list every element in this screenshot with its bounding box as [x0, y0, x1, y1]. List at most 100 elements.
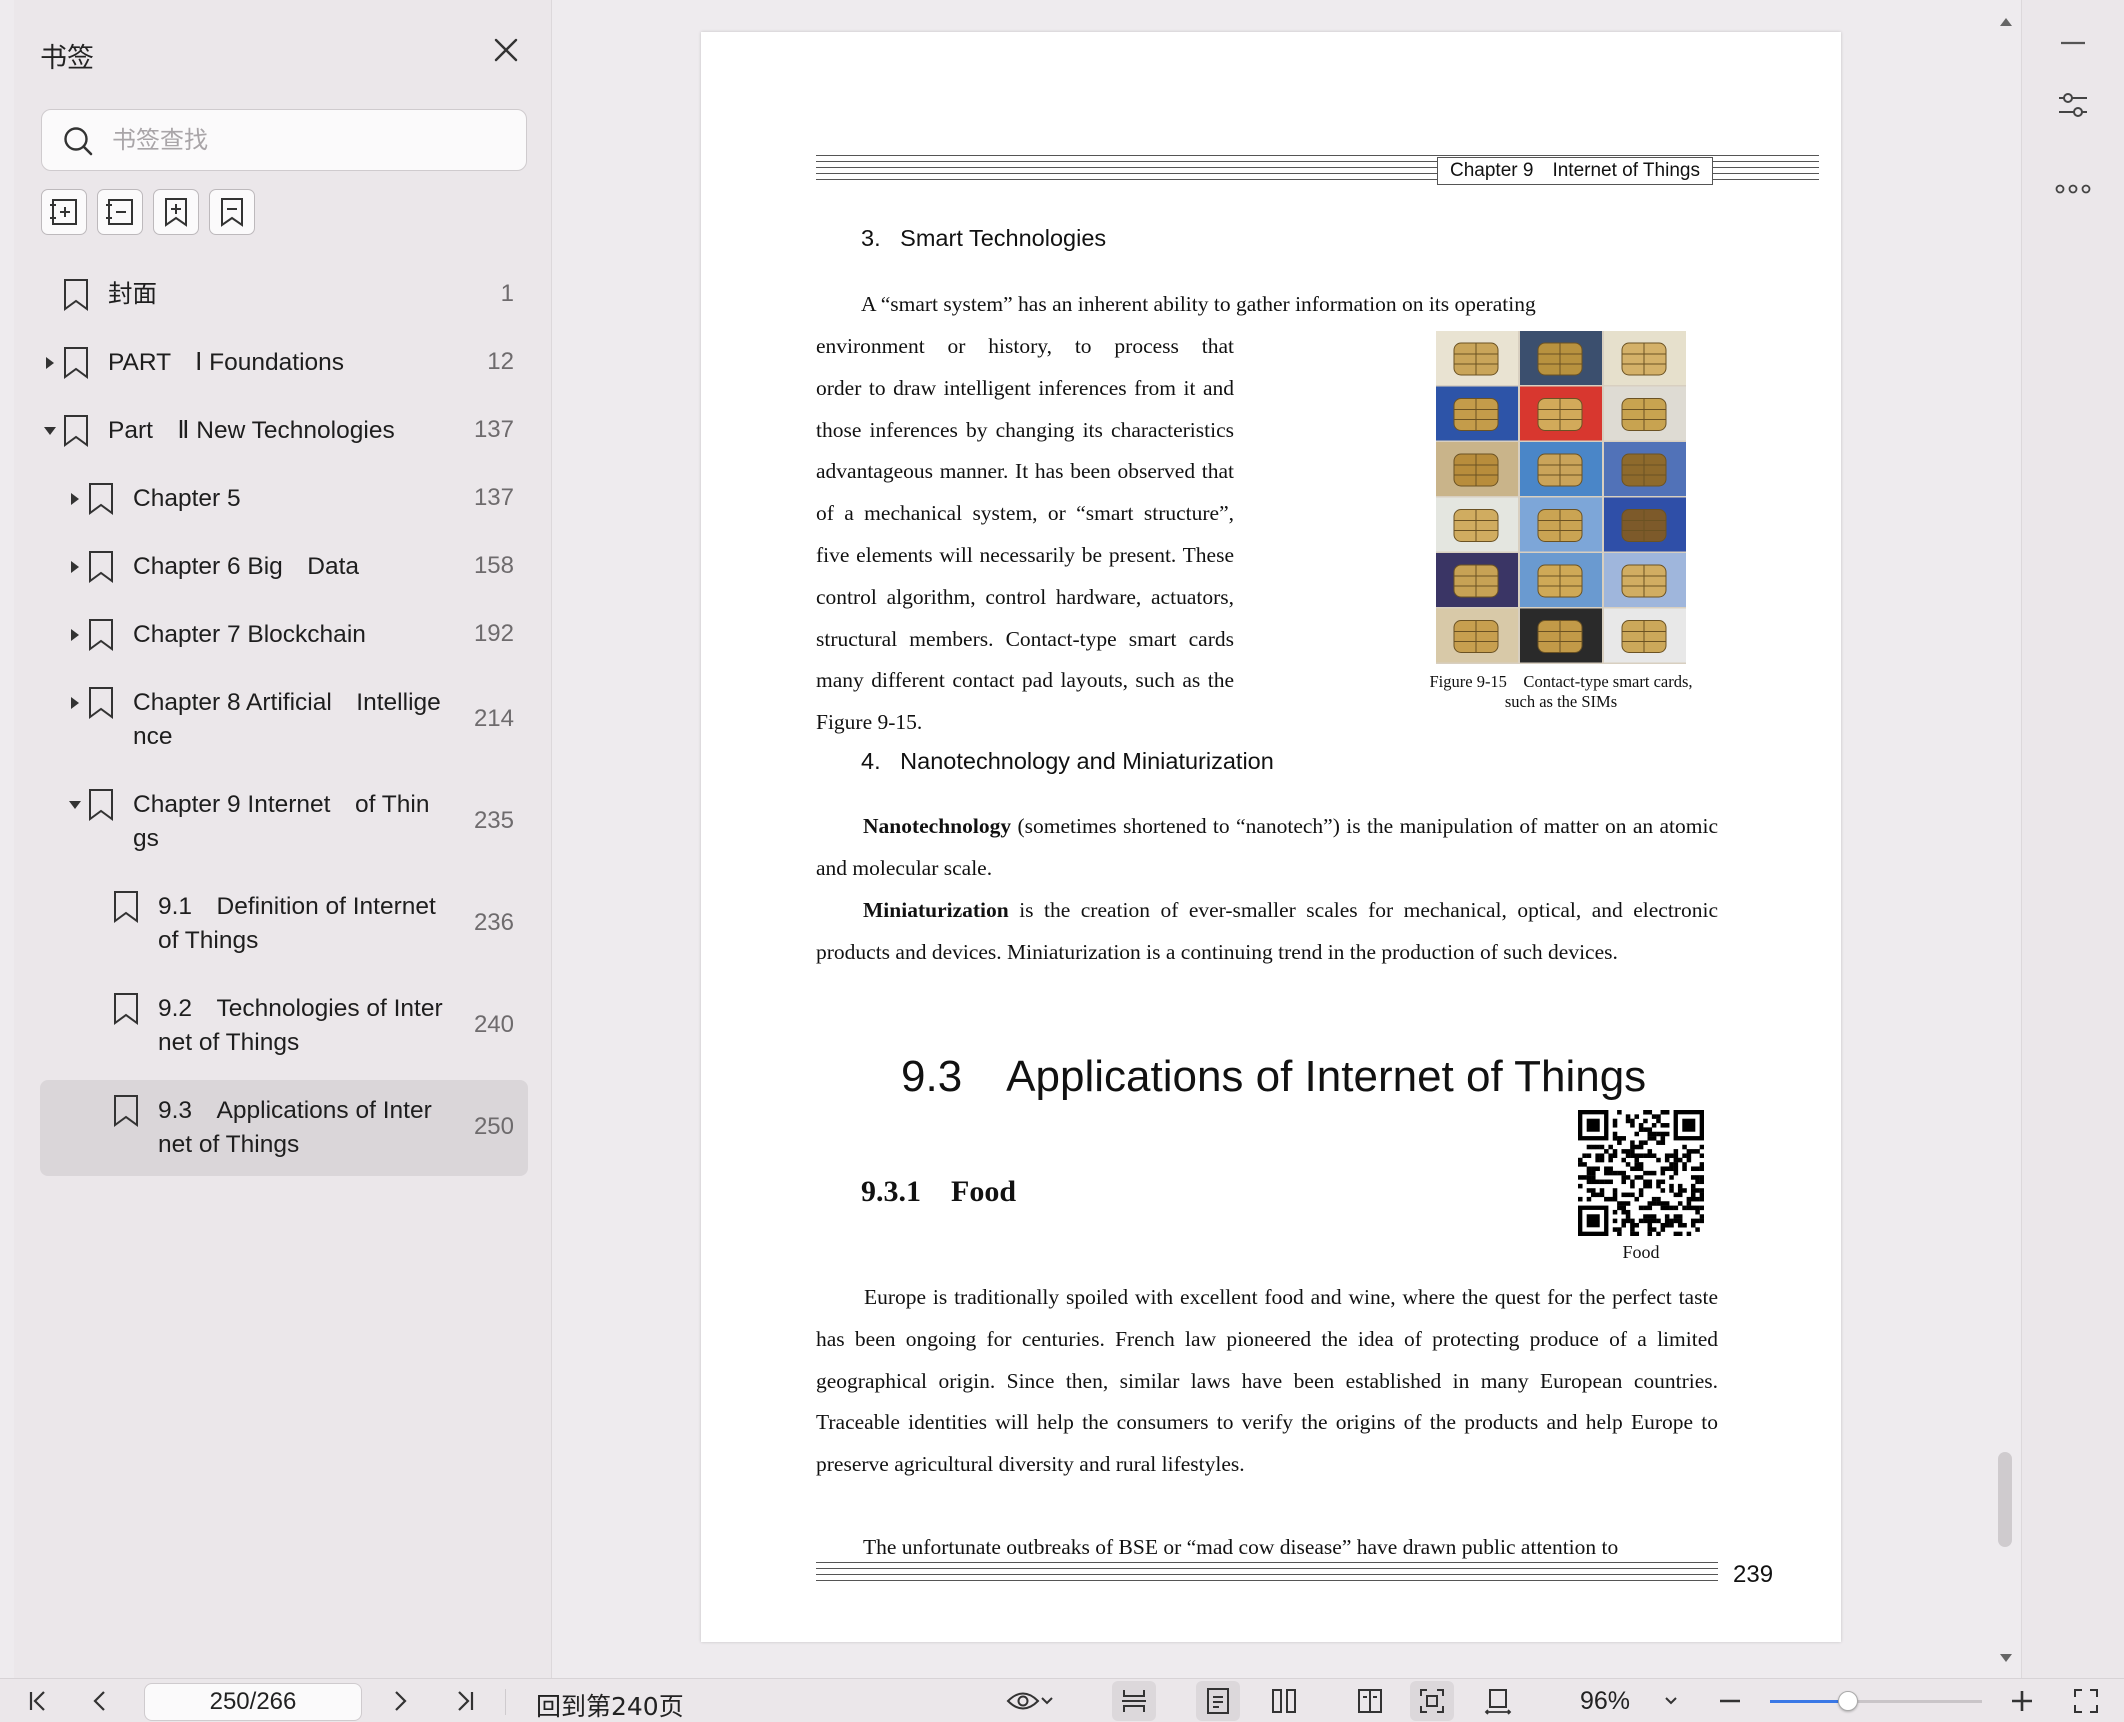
collapse-all-button[interactable]: [97, 189, 143, 235]
paragraph-line: Figure 9-15.: [816, 710, 923, 735]
bookmark-icon: [87, 482, 115, 521]
bookmark-item[interactable]: 9.3 Applications of Inter net of Things 2…: [40, 1080, 528, 1176]
vertical-scrollbar-thumb[interactable]: [1998, 1452, 2012, 1547]
search-icon: [64, 127, 93, 156]
bookmark-label: Chapter 5: [133, 485, 241, 512]
fit-width-button[interactable]: [1476, 1681, 1520, 1721]
bookmark-item[interactable]: 9.2 Technologies of Inter net of Things 2…: [40, 992, 528, 1060]
bookmark-search-box[interactable]: [41, 109, 527, 171]
bookmark-item[interactable]: Chapter 5 137: [40, 482, 528, 516]
bookmark-icon: [62, 414, 90, 453]
expand-all-icon: [50, 199, 77, 225]
bookmark-item[interactable]: Chapter 8 Artificial Intellige nce 214: [40, 686, 528, 754]
zoom-level[interactable]: 96%: [1580, 1687, 1630, 1716]
previous-page-button[interactable]: [80, 1681, 120, 1721]
bookmark-item[interactable]: Chapter 7 Blockchain 192: [40, 618, 528, 652]
bookmark-page-number: 214: [473, 705, 514, 732]
bookmark-icon: [112, 1094, 140, 1133]
bookmark-icon: [112, 890, 140, 929]
more-options-button[interactable]: [2050, 166, 2096, 212]
bookmark-page-number: 240: [473, 1011, 514, 1038]
minimize-panel-button[interactable]: [2050, 20, 2096, 66]
settings-button[interactable]: [2050, 82, 2096, 128]
smart-cards-figure: [1436, 331, 1686, 664]
add-bookmark-button[interactable]: [153, 189, 199, 235]
bookmark-search-input[interactable]: [112, 120, 512, 160]
fit-page-icon: [1420, 1689, 1444, 1713]
zoom-in-button[interactable]: [2002, 1681, 2042, 1721]
eye-icon: [1006, 1692, 1040, 1710]
fit-width-icon: [1484, 1689, 1512, 1715]
zoom-out-button[interactable]: [1710, 1681, 1750, 1721]
minus-icon: [1720, 1699, 1740, 1703]
bookmark-item[interactable]: Chapter 6 Big Data 158: [40, 550, 528, 584]
close-sidebar-button[interactable]: [488, 32, 524, 68]
chevron-down-icon: [1665, 1697, 1677, 1705]
zoom-value: 96%: [1580, 1687, 1631, 1715]
bookmark-label: Chapter 7 Blockchain: [133, 621, 366, 648]
bookmark-page-number: 137: [473, 416, 514, 443]
two-page-icon: [1272, 1689, 1296, 1713]
scroll-up-icon[interactable]: [1996, 12, 2016, 32]
bookmark-page-number: 137: [473, 484, 514, 511]
scroll-down-icon[interactable]: [1996, 1648, 2016, 1668]
bookmark-item[interactable]: PART Ⅰ Foundations 12: [40, 346, 528, 380]
paragraph-line: five elements will necessarily be presen…: [816, 543, 1234, 567]
book-mode-button[interactable]: [1348, 1681, 1392, 1721]
next-page-button[interactable]: [380, 1681, 420, 1721]
two-page-button[interactable]: [1262, 1681, 1306, 1721]
close-icon: [494, 38, 518, 62]
paragraph-line: control algorithm, control hardware, act…: [816, 584, 1234, 609]
zoom-slider[interactable]: [1770, 1700, 1982, 1703]
fullscreen-icon: [2074, 1689, 2098, 1713]
paragraph-line: structural members. Contact-type smart c…: [816, 626, 1234, 651]
expand-arrow-icon-right[interactable]: [67, 482, 83, 516]
toolbar-divider: [505, 1689, 506, 1715]
remove-bookmark-icon: [221, 198, 243, 227]
bookmark-icon: [87, 686, 115, 725]
expand-arrow-icon-right[interactable]: [67, 550, 83, 584]
paragraph-smart-first-line: A “smart system” has an inherent ability…: [861, 292, 1536, 316]
continuous-scroll-icon: [1122, 1690, 1146, 1712]
expand-arrow-icon-right[interactable]: [67, 686, 83, 720]
paragraph-line: of a mechanical system, or “smart struct…: [816, 501, 1234, 526]
expand-arrow-icon-down[interactable]: [42, 414, 58, 448]
bookmark-item[interactable]: Part Ⅱ New Technologies 137: [40, 414, 528, 448]
subsection-title-food: 9.3.1 Food: [861, 1175, 1017, 1208]
plus-icon: [2012, 1691, 2032, 1711]
view-mode-button[interactable]: [1000, 1681, 1060, 1721]
paragraph-line: advantageous manner. It has been observe…: [816, 459, 1234, 484]
paragraph-food-1: Europe is traditionally spoiled with exc…: [816, 1285, 1718, 1477]
return-to-page-link[interactable]: 回到第240页: [536, 1687, 684, 1722]
expand-arrow-icon-right[interactable]: [42, 346, 58, 380]
bookmark-label: 封面: [108, 281, 157, 308]
first-page-icon: [29, 1691, 45, 1711]
zoom-dropdown-button[interactable]: [1656, 1681, 1686, 1721]
expand-arrow-icon-down[interactable]: [67, 788, 83, 822]
fullscreen-button[interactable]: [2066, 1681, 2106, 1721]
qr-caption: Food: [1622, 1242, 1660, 1262]
section-heading-smart-tech: 3. Smart Technologies: [861, 225, 1107, 251]
bookmark-icon: [87, 618, 115, 657]
paragraph-line: many different contact pad layouts, such…: [816, 668, 1234, 693]
bookmark-item[interactable]: 9.1 Definition of Internet of Things 236: [40, 890, 528, 958]
bookmark-page-number: 12: [487, 348, 514, 375]
zoom-slider-knob[interactable]: [1838, 1691, 1859, 1711]
continuous-scroll-button[interactable]: [1112, 1681, 1156, 1721]
single-page-button[interactable]: [1196, 1681, 1240, 1721]
last-page-button[interactable]: [445, 1681, 485, 1721]
page-number-input[interactable]: [144, 1683, 362, 1721]
bookmark-icon: [62, 346, 90, 385]
bookmark-item[interactable]: Chapter 9 Internet of Thin gs 235: [40, 788, 528, 856]
more-icon: [2055, 184, 2091, 194]
document-page: Chapter 9 Internet of Things 3. Smart Te…: [701, 32, 1841, 1642]
fit-page-button[interactable]: [1410, 1681, 1454, 1721]
bookmark-item[interactable]: 封面 1: [40, 278, 528, 312]
bookmark-label: 9.3 Applications of Inter net of Things: [158, 1097, 432, 1158]
remove-bookmark-button[interactable]: [209, 189, 255, 235]
first-page-button[interactable]: [18, 1681, 58, 1721]
expand-arrow-icon-right[interactable]: [67, 618, 83, 652]
document-viewport[interactable]: Chapter 9 Internet of Things 3. Smart Te…: [553, 0, 2021, 1678]
expand-all-button[interactable]: [41, 189, 87, 235]
bookmark-icon: [87, 550, 115, 589]
